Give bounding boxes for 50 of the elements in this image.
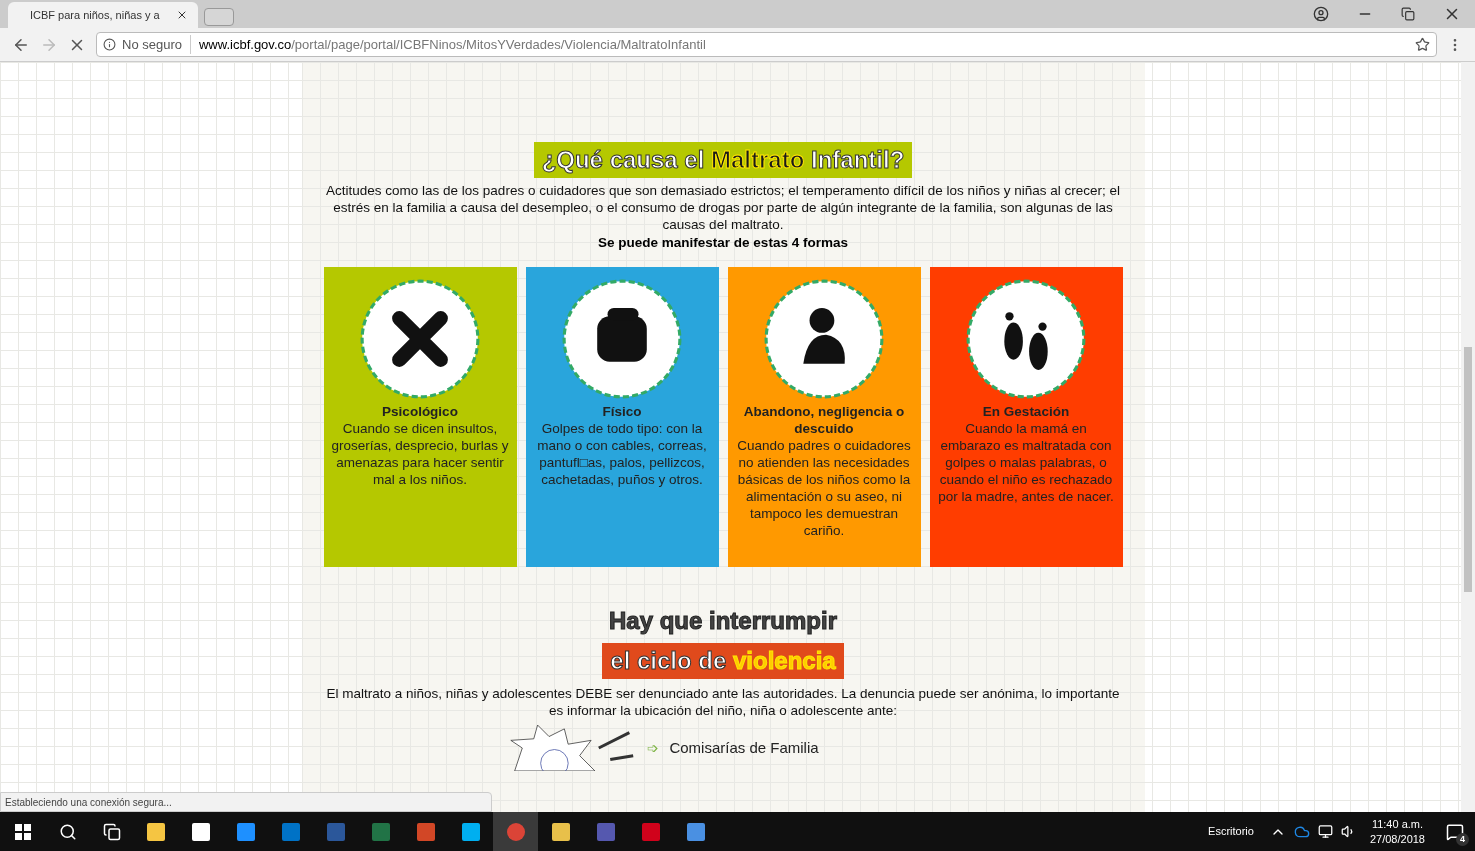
- intro-paragraph: Actitudes como las de los padres o cuidadores que son demasiado estrictos; el temperamento difícil de los niños y niñas al crecer; el estrés en la familia a causa del desempleo, o el consumo de drogas por parte de algún integrante de la familia, son algunas de las causas del maltrato.: [325, 182, 1121, 233]
- tab-title: ICBF para niños, niñas y a: [30, 7, 161, 23]
- notification-count: 4: [1456, 833, 1469, 846]
- report-paragraph: El maltrato a niños, niñas y adolescentes DEBE ser denunciado ante las autoridades. La denuncia puede ser anónima, lo importante es informar la ubicación del niño, niña o adolescente ante:: [325, 685, 1121, 720]
- card-title: Físico: [602, 403, 642, 421]
- app-icon: [190, 821, 211, 842]
- app-icon: [640, 821, 661, 842]
- card-title: Abandono, negligencia o descuido: [742, 403, 906, 438]
- close-icon[interactable]: [176, 9, 188, 21]
- arrow-icon: ➩: [647, 737, 660, 759]
- section-title: ¿Qué causa el Maltrato Infantil?: [533, 142, 913, 178]
- profile-icon[interactable]: [1313, 6, 1329, 22]
- clock-date: 27/08/2018: [1369, 831, 1425, 847]
- app-icon: [685, 821, 706, 842]
- app-icon: [415, 821, 436, 842]
- app-icon: [595, 821, 616, 842]
- authority-item: Comisarías de Familia: [669, 738, 819, 758]
- app-icon: [145, 821, 166, 842]
- restore-icon[interactable]: [1401, 7, 1415, 21]
- bookmark-star-icon[interactable]: [1415, 37, 1430, 52]
- card-text: Cuando padres o cuidadores no atienden las necesidades básicas de los niños como la alimentación o su aseo, ni tampoco les demuestran cariño.: [736, 437, 912, 540]
- section-heading: Hay que interrumpir: [608, 606, 837, 637]
- clock-time: 11:40 a.m.: [1371, 816, 1424, 832]
- app-icon: [280, 821, 301, 842]
- search-icon[interactable]: [59, 822, 77, 841]
- task-view-icon[interactable]: [103, 822, 121, 841]
- app-icon: [460, 821, 481, 842]
- card-title: Psicológico: [382, 403, 458, 421]
- card-text: Cuando la mamá en embarazo es maltratada con golpes o malas palabras, o cuando el niño es rechazado por la madre, antes de nacer.: [937, 420, 1115, 506]
- card-title: En Gestación: [982, 403, 1070, 421]
- network-icon[interactable]: [1317, 824, 1333, 839]
- round-logo-icon: [505, 821, 526, 842]
- app-icon: [370, 821, 391, 842]
- info-icon: [103, 38, 116, 51]
- section-banner: el ciclo de violencia: [602, 643, 844, 680]
- app-icon: [325, 821, 346, 842]
- url-text: www.icbf.gov.co/portal/page/portal/ICBFNinos/MitosYVerdades/Violencia/MaltratoInfantil: [198, 35, 706, 54]
- app-icon: [235, 821, 256, 842]
- card-text: Golpes de todo tipo: con la mano o con cables, correas, pantufl□as, palos, pellizcos, cachetadas, puños y otros.: [536, 420, 708, 489]
- address-bar[interactable]: No seguro www.icbf.gov.co/portal/page/portal/ICBFNinos/MitosYVerdades/Violencia/MaltratoInfantil: [96, 32, 1437, 57]
- status-bubble: Estableciendo una conexión segura...: [0, 792, 492, 812]
- notification-button[interactable]: 4: [1435, 812, 1475, 851]
- app-icon: [550, 821, 571, 842]
- clock[interactable]: 11:40 a.m. 27/08/2018: [1369, 816, 1425, 847]
- toolbar-label[interactable]: Escritorio: [1208, 823, 1254, 840]
- notification-icon: [1446, 822, 1464, 841]
- lead-text: Se puede manifestar de estas 4 formas: [598, 234, 848, 252]
- browser-tab[interactable]: ICBF para niños, niñas y a: [8, 2, 198, 28]
- card-text: Cuando se dicen insultos, groserías, desprecio, burlas y amenazas para hacer sentir mal a los niños.: [330, 420, 510, 489]
- security-label: No seguro: [122, 34, 191, 55]
